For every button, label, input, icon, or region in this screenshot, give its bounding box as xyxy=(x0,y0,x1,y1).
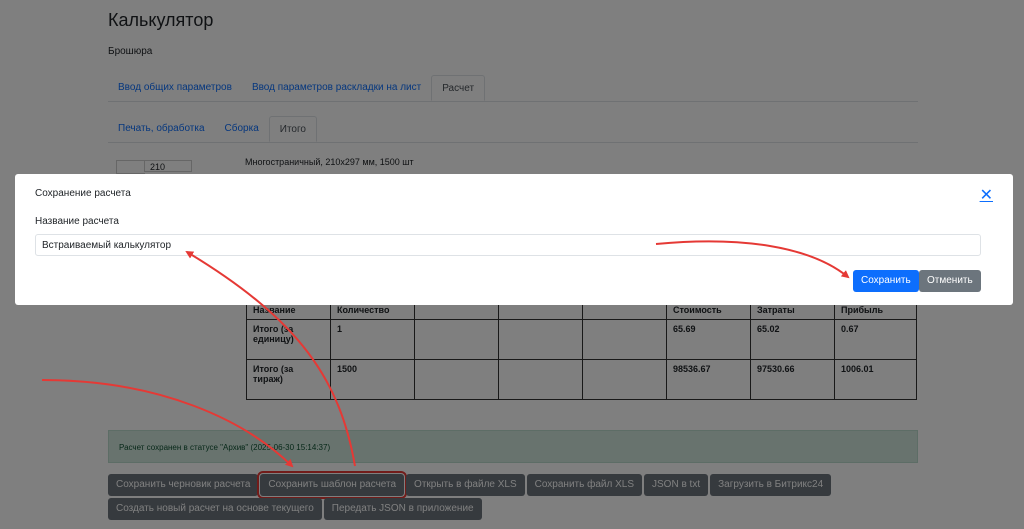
save-button[interactable]: Сохранить xyxy=(853,270,919,292)
close-icon[interactable]: ✕ xyxy=(980,188,993,204)
cancel-button[interactable]: Отменить xyxy=(919,270,981,292)
calc-name-input[interactable] xyxy=(35,234,981,256)
save-calculation-modal: Сохранение расчета ✕ Название расчета Со… xyxy=(15,174,1013,305)
modal-title: Сохранение расчета xyxy=(35,188,131,199)
calc-name-label: Название расчета xyxy=(35,216,119,227)
